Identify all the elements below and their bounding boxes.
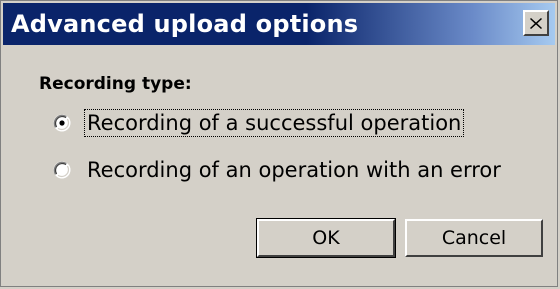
radio-successful-operation[interactable]: Recording of a successful operation (53, 109, 465, 137)
radio-operation-with-error-label[interactable]: Recording of an operation with an error (85, 157, 503, 183)
radio-selected-icon[interactable] (53, 114, 71, 132)
close-button[interactable] (523, 10, 549, 36)
radio-unselected-icon[interactable] (53, 161, 71, 179)
advanced-upload-options-dialog: Advanced upload options Recording type: … (0, 0, 558, 287)
title-bar[interactable]: Advanced upload options (3, 3, 555, 45)
ok-button[interactable]: OK (256, 218, 396, 258)
close-icon (530, 17, 542, 29)
dialog-title: Advanced upload options (11, 10, 359, 38)
radio-successful-operation-label[interactable]: Recording of a successful operation (83, 109, 465, 137)
cancel-button[interactable]: Cancel (405, 219, 543, 257)
recording-type-label: Recording type: (39, 74, 192, 94)
radio-operation-with-error[interactable]: Recording of an operation with an error (53, 156, 503, 184)
